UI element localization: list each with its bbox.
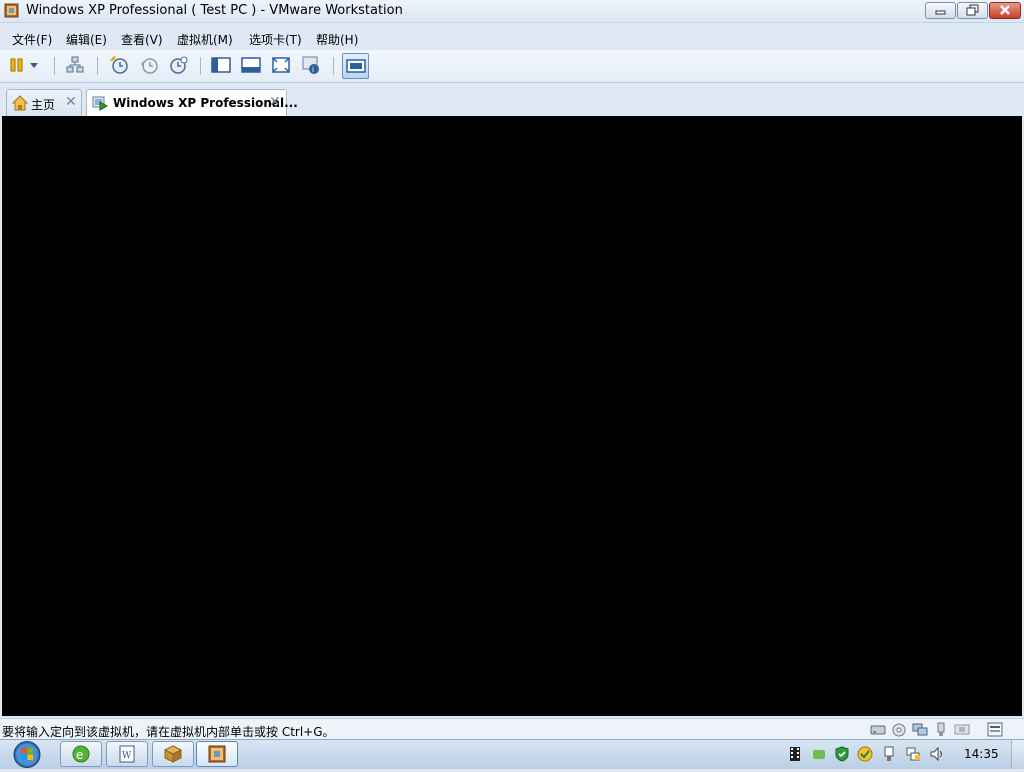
unity-button[interactable]: i [300, 54, 322, 76]
vm-running-icon [92, 96, 108, 111]
word-document-icon: W [119, 745, 135, 763]
toolbar: i [0, 50, 1024, 83]
console-view-icon [211, 57, 231, 73]
package-icon [163, 745, 183, 763]
full-screen-icon [272, 57, 290, 73]
taskbar-clock[interactable]: 14:35 [964, 747, 999, 761]
tray-green-icon[interactable] [811, 746, 827, 762]
restore-button[interactable] [957, 2, 988, 19]
snapshot-manager-button[interactable] [168, 54, 190, 76]
tray-update-icon[interactable] [857, 746, 873, 762]
browser-icon: e [72, 745, 90, 763]
taskbar-app[interactable] [152, 741, 194, 767]
vmware-app-icon [208, 745, 226, 763]
snapshot-icon [110, 55, 128, 74]
windows-start-icon [13, 741, 41, 768]
title-bar[interactable]: Windows XP Professional ( Test PC ) - VM… [0, 0, 1024, 23]
svg-text:W: W [122, 751, 132, 761]
menu-tabs[interactable]: 选项卡(T) [249, 31, 302, 48]
show-desktop-button[interactable] [1011, 740, 1024, 769]
tray-usb-icon[interactable] [881, 746, 897, 762]
tray-volume-icon[interactable] [929, 746, 945, 762]
tray-shield-icon[interactable] [834, 746, 850, 762]
taskbar: e W 14:35 [0, 739, 1024, 769]
menu-bar: 文件(F) 编辑(E) 查看(V) 虚拟机(M) 选项卡(T) 帮助(H) [0, 28, 1024, 50]
message-log-icon[interactable] [987, 722, 1003, 737]
power-dropdown[interactable] [27, 54, 41, 76]
pause-button[interactable] [6, 54, 28, 76]
close-icon [1000, 5, 1010, 15]
minimize-button[interactable] [925, 2, 956, 19]
window-title: Windows XP Professional ( Test PC ) - VM… [26, 3, 403, 18]
status-message: 要将输入定向到该虚拟机，请在虚拟机内部单击或按 Ctrl+G。 [2, 725, 335, 739]
network-adapter-icon[interactable] [912, 722, 928, 737]
tab-home[interactable]: 主页 ✕ [6, 89, 82, 116]
dropdown-arrow-icon [30, 63, 38, 68]
tab-strip: 主页 ✕ Windows XP Professional... ✕ [0, 83, 1024, 116]
sound-card-icon[interactable] [954, 722, 970, 737]
revert-snapshot-button[interactable] [138, 54, 160, 76]
start-button[interactable] [8, 740, 46, 769]
tab-home-label: 主页 [31, 98, 56, 112]
taskbar-vmware[interactable] [196, 741, 238, 767]
hard-disk-icon[interactable] [870, 722, 886, 737]
network-button[interactable] [64, 54, 86, 76]
cd-rom-icon[interactable] [891, 722, 907, 737]
vm-display[interactable] [2, 116, 1022, 716]
usb-device-icon[interactable] [933, 722, 949, 737]
svg-text:i: i [312, 66, 314, 74]
thumbnail-bar-icon [345, 59, 366, 73]
network-icon [66, 56, 84, 73]
close-tab-icon[interactable]: ✕ [269, 94, 281, 110]
menu-vm[interactable]: 虚拟机(M) [177, 31, 233, 48]
menu-help[interactable]: 帮助(H) [316, 31, 358, 48]
menu-edit[interactable]: 编辑(E) [66, 31, 107, 48]
revert-snapshot-icon [141, 58, 158, 74]
tray-network-icon[interactable] [905, 746, 921, 762]
home-icon [12, 95, 28, 111]
toolbar-separator [97, 57, 98, 75]
close-tab-icon[interactable]: ✕ [65, 94, 77, 110]
minimize-icon [935, 10, 946, 15]
menu-file[interactable]: 文件(F) [12, 31, 52, 48]
taskbar-browser[interactable]: e [60, 741, 102, 767]
close-button[interactable] [989, 2, 1021, 19]
toolbar-separator [54, 57, 55, 75]
toolbar-separator [333, 57, 334, 75]
unity-icon: i [302, 56, 319, 74]
status-bar: 要将输入定向到该虚拟机，请在虚拟机内部单击或按 Ctrl+G。 [0, 718, 1024, 740]
taskbar-word[interactable]: W [106, 741, 148, 767]
toolbar-separator [200, 57, 201, 75]
tray-media-icon[interactable] [787, 746, 803, 762]
full-screen-button[interactable] [270, 54, 292, 76]
pause-icon [10, 58, 23, 72]
tab-vm[interactable]: Windows XP Professional... ✕ [86, 89, 298, 116]
console-view-button[interactable] [210, 54, 232, 76]
quick-switch-icon [241, 57, 261, 73]
quick-switch-button[interactable] [240, 54, 262, 76]
menu-view[interactable]: 查看(V) [121, 31, 163, 48]
take-snapshot-button[interactable] [108, 54, 130, 76]
vmware-app-icon[interactable] [4, 3, 19, 18]
thumbnail-bar-button[interactable] [342, 53, 369, 79]
svg-text:e: e [76, 748, 83, 762]
snapshot-manager-icon [170, 56, 188, 74]
maximize-icon [966, 4, 979, 16]
